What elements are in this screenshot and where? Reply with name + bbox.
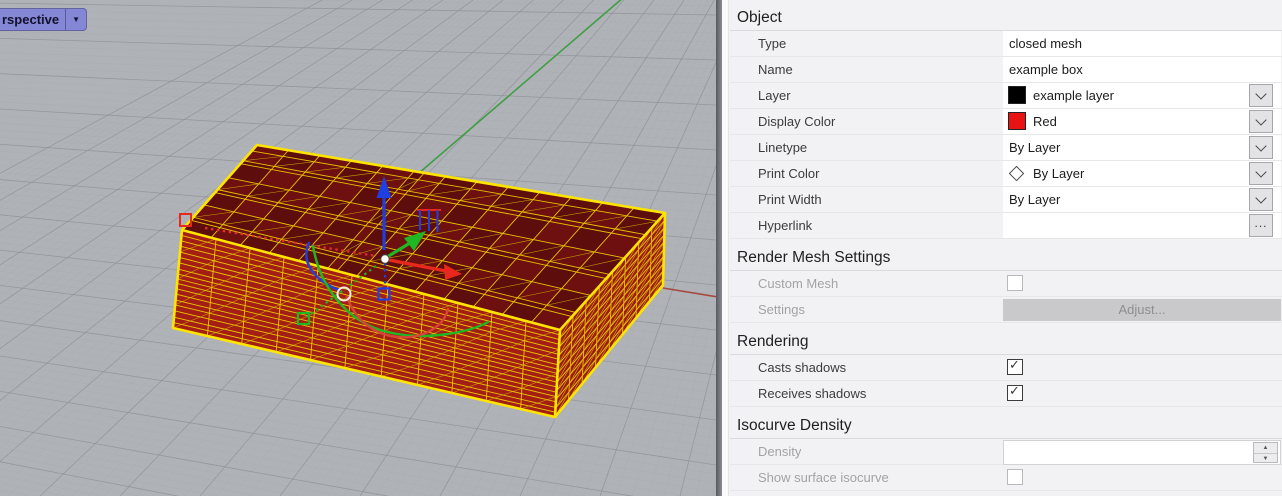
custom-mesh-checkbox[interactable] bbox=[1007, 275, 1023, 291]
label-print-color: Print Color bbox=[758, 161, 819, 186]
value-display-color: Red bbox=[1033, 109, 1057, 134]
properties-panel: ObjectTypeclosed meshNameexample boxLaye… bbox=[730, 0, 1282, 496]
row-layer: Layer example layer bbox=[730, 83, 1282, 109]
viewport-3d[interactable]: rspective ▼ bbox=[0, 0, 716, 496]
section-header-rendering[interactable]: Rendering bbox=[730, 326, 1282, 355]
section-header-object[interactable]: Object bbox=[730, 2, 1282, 31]
row-name: Name example box bbox=[730, 57, 1282, 83]
spinner-down-icon[interactable]: ▼ bbox=[1254, 454, 1277, 464]
linetype-dropdown-button[interactable] bbox=[1249, 136, 1273, 159]
hyperlink-field[interactable] bbox=[1003, 213, 1281, 238]
section-header-isocurve-density[interactable]: Isocurve Density bbox=[730, 410, 1282, 439]
viewport-canvas[interactable] bbox=[0, 0, 716, 496]
layer-field[interactable]: example layer bbox=[1003, 83, 1281, 108]
print-width-dropdown-button[interactable] bbox=[1249, 188, 1273, 211]
label-display-color: Display Color bbox=[758, 109, 835, 134]
chevron-down-icon bbox=[1255, 166, 1266, 177]
linetype-field[interactable]: By Layer bbox=[1003, 135, 1281, 160]
rhino-window: rspective ▼ ObjectType closed mesh Name exa… bbox=[0, 0, 1282, 496]
label-settings: Settings bbox=[758, 297, 805, 322]
row-print-width: Print Width By Layer bbox=[730, 187, 1282, 213]
chevron-down-icon bbox=[1255, 88, 1266, 99]
label-hyperlink: Hyperlink bbox=[758, 213, 812, 238]
panel-scrollbar-track[interactable] bbox=[722, 0, 729, 496]
row-casts-shadows: Casts shadows ✓ bbox=[730, 355, 1282, 381]
label-layer: Layer bbox=[758, 83, 791, 108]
print-color-field[interactable]: By Layer bbox=[1003, 161, 1281, 186]
value-type: closed mesh bbox=[1009, 31, 1082, 56]
row-hyperlink: Hyperlink... bbox=[730, 213, 1282, 239]
display-color-dropdown-button[interactable] bbox=[1249, 110, 1273, 133]
value-layer: example layer bbox=[1033, 83, 1114, 108]
casts-shadows-checkbox[interactable]: ✓ bbox=[1007, 359, 1023, 375]
label-type: Type bbox=[758, 31, 786, 56]
print-width-field[interactable]: By Layer bbox=[1003, 187, 1281, 212]
label-casts-shadows: Casts shadows bbox=[758, 355, 846, 380]
label-density: Density bbox=[758, 439, 801, 464]
name-input[interactable]: example box bbox=[1003, 57, 1281, 82]
label-show-surface-isocurve: Show surface isocurve bbox=[758, 465, 889, 490]
row-show-surface-isocurve: Show surface isocurve bbox=[730, 465, 1282, 491]
label-receives-shadows: Receives shadows bbox=[758, 381, 866, 406]
value-print-color: By Layer bbox=[1033, 161, 1084, 186]
row-receives-shadows: Receives shadows ✓ bbox=[730, 381, 1282, 407]
label-print-width: Print Width bbox=[758, 187, 822, 212]
row-print-color: Print Color By Layer bbox=[730, 161, 1282, 187]
checkmark-icon: ✓ bbox=[1009, 358, 1020, 374]
receives-shadows-checkbox[interactable]: ✓ bbox=[1007, 385, 1023, 401]
viewport-title[interactable]: rspective bbox=[0, 12, 65, 27]
label-name: Name bbox=[758, 57, 793, 82]
viewport-title-tab[interactable]: rspective ▼ bbox=[0, 8, 87, 31]
row-settings: Settings Adjust... bbox=[730, 297, 1282, 323]
section-header-render-mesh-settings[interactable]: Render Mesh Settings bbox=[730, 242, 1282, 271]
type-field: closed mesh bbox=[1003, 31, 1281, 56]
chevron-down-icon bbox=[1255, 140, 1266, 151]
chevron-down-icon bbox=[1255, 114, 1266, 125]
viewport-dropdown-arrow-icon[interactable]: ▼ bbox=[66, 15, 86, 24]
density-spinner-input[interactable]: ▲▼ bbox=[1003, 440, 1281, 465]
spinner-up-icon[interactable]: ▲ bbox=[1254, 443, 1277, 454]
display-color-field[interactable]: Red bbox=[1003, 109, 1281, 134]
gumball-origin-dot[interactable] bbox=[381, 255, 389, 263]
layer-dropdown-button[interactable] bbox=[1249, 84, 1273, 107]
row-custom-mesh: Custom Mesh bbox=[730, 271, 1282, 297]
row-density: Density ▲▼ bbox=[730, 439, 1282, 465]
value-name: example box bbox=[1009, 57, 1083, 82]
row-display-color: Display Color Red bbox=[730, 109, 1282, 135]
checkmark-icon: ✓ bbox=[1009, 384, 1020, 400]
value-linetype: By Layer bbox=[1009, 135, 1060, 160]
value-print-width: By Layer bbox=[1009, 187, 1060, 212]
label-custom-mesh: Custom Mesh bbox=[758, 271, 838, 296]
chevron-down-icon bbox=[1255, 192, 1266, 203]
adjust-button[interactable]: Adjust... bbox=[1003, 299, 1281, 321]
label-linetype: Linetype bbox=[758, 135, 807, 160]
bylayer-diamond-icon bbox=[1009, 166, 1025, 182]
display-color-color-swatch bbox=[1008, 112, 1026, 130]
layer-color-swatch bbox=[1008, 86, 1026, 104]
row-linetype: Linetype By Layer bbox=[730, 135, 1282, 161]
print-color-dropdown-button[interactable] bbox=[1249, 162, 1273, 185]
spinner-buttons[interactable]: ▲▼ bbox=[1253, 442, 1278, 463]
hyperlink-browse-button[interactable]: ... bbox=[1249, 214, 1273, 237]
show-surface-isocurve-checkbox[interactable] bbox=[1007, 469, 1023, 485]
row-type: Type closed mesh bbox=[730, 31, 1282, 57]
